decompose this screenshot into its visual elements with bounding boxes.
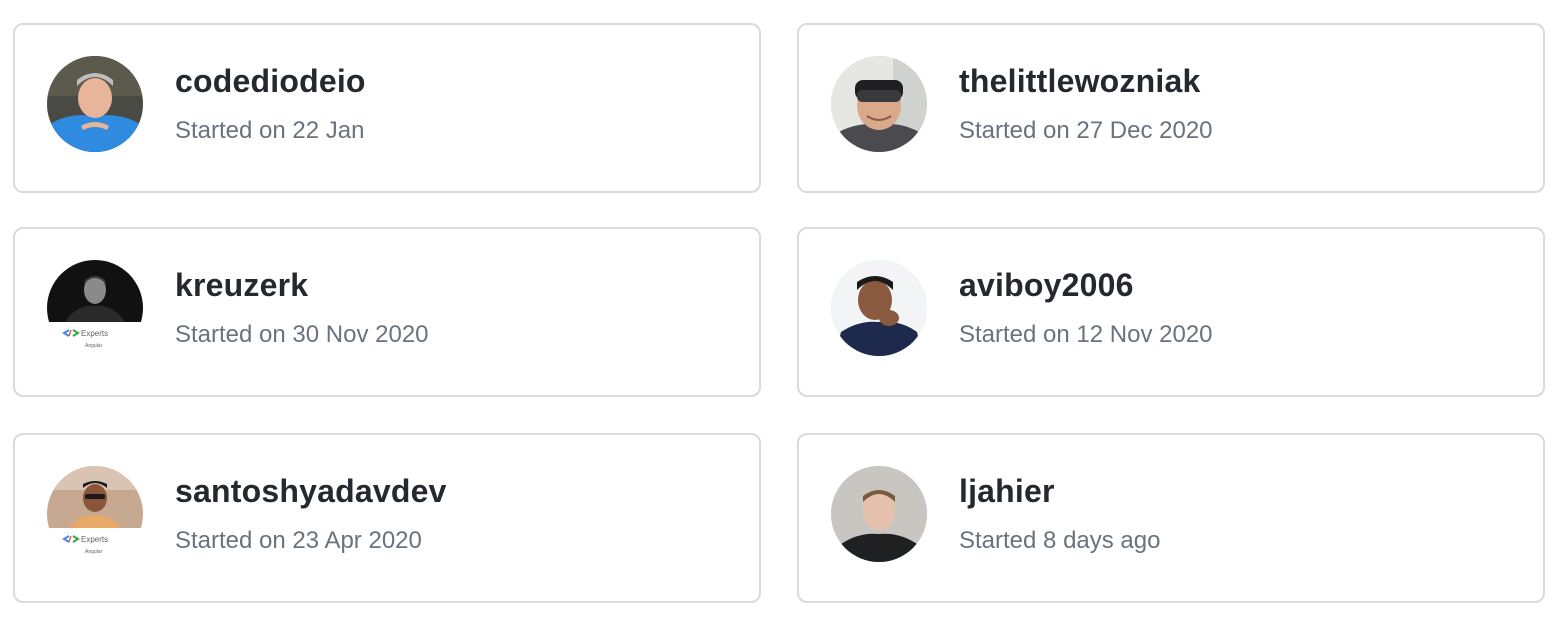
- user-avatar-icon[interactable]: Experts Angular: [47, 260, 143, 356]
- username[interactable]: santoshyadavdev: [175, 473, 447, 510]
- user-card-santoshyadavdev[interactable]: Experts Angular santoshyadavdev Started …: [13, 433, 761, 603]
- started-date: Started on 30 Nov 2020: [175, 321, 429, 348]
- username[interactable]: thelittlewozniak: [959, 63, 1200, 100]
- username[interactable]: aviboy2006: [959, 267, 1134, 304]
- username[interactable]: kreuzerk: [175, 267, 308, 304]
- user-avatar-icon[interactable]: [831, 260, 927, 356]
- started-date: Started on 22 Jan: [175, 117, 365, 144]
- user-card-aviboy2006[interactable]: aviboy2006 Started on 12 Nov 2020: [797, 227, 1545, 397]
- user-card-kreuzerk[interactable]: Experts Angular kreuzerk Started on 30 N…: [13, 227, 761, 397]
- stargazers-grid: codediodeio Started on 22 Jan thelittlew…: [0, 0, 1566, 624]
- user-card-codediodeio[interactable]: codediodeio Started on 22 Jan: [13, 23, 761, 193]
- started-date: Started on 23 Apr 2020: [175, 527, 422, 554]
- started-date: Started on 12 Nov 2020: [959, 321, 1213, 348]
- username[interactable]: ljahier: [959, 473, 1055, 510]
- user-card-thelittlewozniak[interactable]: thelittlewozniak Started on 27 Dec 2020: [797, 23, 1545, 193]
- svg-text:Angular: Angular: [85, 343, 103, 349]
- started-date: Started 8 days ago: [959, 527, 1161, 554]
- user-avatar-icon[interactable]: [831, 56, 927, 152]
- svg-text:Experts: Experts: [81, 329, 108, 338]
- started-date: Started on 27 Dec 2020: [959, 117, 1213, 144]
- svg-text:Experts: Experts: [81, 535, 108, 544]
- user-card-ljahier[interactable]: ljahier Started 8 days ago: [797, 433, 1545, 603]
- username[interactable]: codediodeio: [175, 63, 366, 100]
- svg-text:Angular: Angular: [85, 549, 103, 555]
- user-avatar-icon[interactable]: [47, 56, 143, 152]
- user-avatar-icon[interactable]: Experts Angular: [47, 466, 143, 562]
- user-avatar-icon[interactable]: [831, 466, 927, 562]
